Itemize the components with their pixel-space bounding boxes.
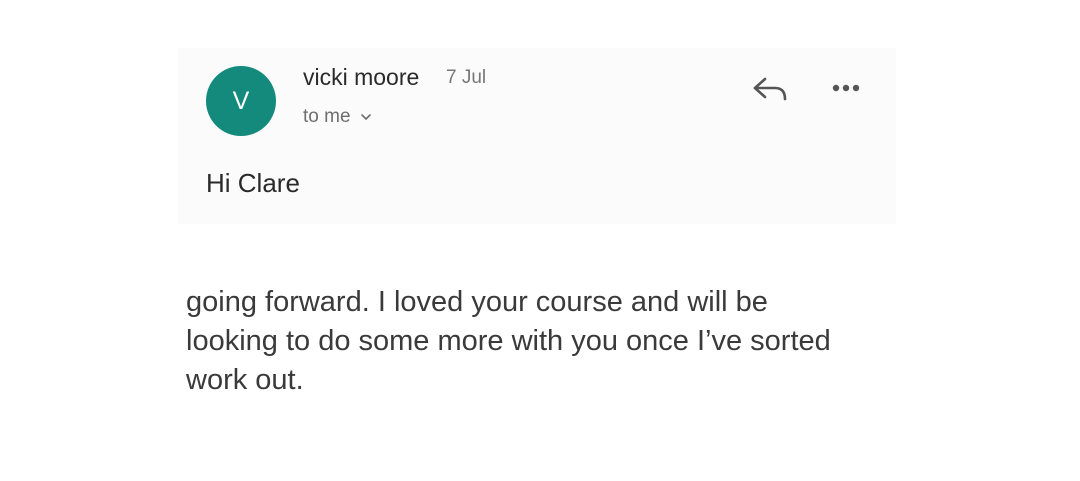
email-body-line: work out. [186,364,304,396]
recipient-details-toggle[interactable]: to me [303,106,373,128]
sender-name[interactable]: vicki moore [303,64,419,91]
reply-button[interactable] [749,70,793,110]
more-options-icon [832,84,860,92]
chevron-down-icon [360,114,371,120]
email-body: going forward. I loved your course and w… [186,283,966,400]
recipient-label: to me [303,106,351,127]
email-body-line: looking to do some more with you once I’… [186,325,831,357]
email-date: 7 Jul [446,67,487,88]
email-greeting: Hi Clare [206,168,300,198]
avatar[interactable]: V [206,66,276,136]
more-options-button[interactable] [822,70,870,110]
reply-icon [753,77,787,101]
email-header-card: V vicki moore 7 Jul to me Hi Clare [178,48,896,224]
email-body-line: going forward. I loved your course and w… [186,286,768,318]
